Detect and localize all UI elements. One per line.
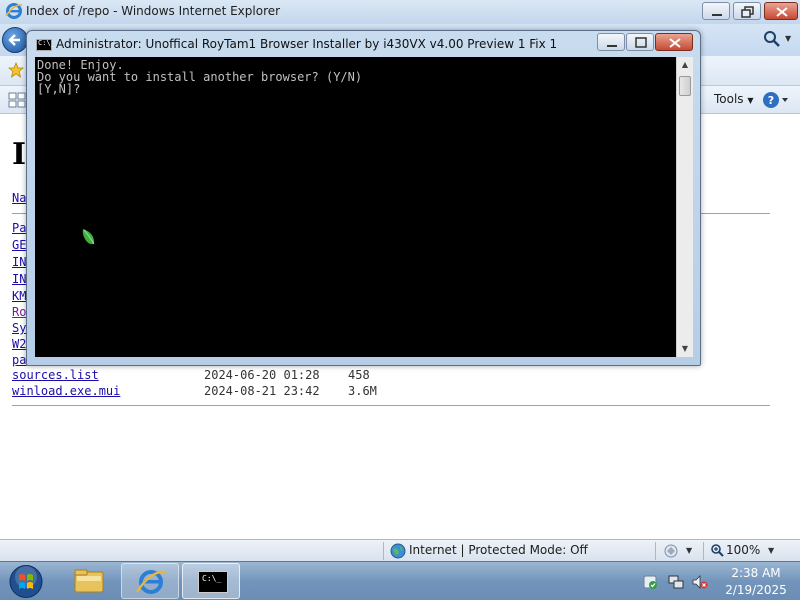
leaf-cursor-icon bbox=[82, 229, 95, 245]
file-link[interactable]: IN bbox=[12, 255, 26, 269]
volume-muted-icon[interactable] bbox=[692, 574, 708, 590]
popup-blocker-icon[interactable] bbox=[663, 543, 679, 559]
file-link[interactable]: KM bbox=[12, 289, 26, 303]
console-window-title: Administrator: Unoffical RoyTam1 Browser… bbox=[56, 37, 558, 51]
popup-dropdown-arrow[interactable]: ▼ bbox=[686, 546, 692, 555]
internet-zone-globe-icon[interactable] bbox=[390, 543, 406, 559]
zoom-magnifier-icon[interactable] bbox=[710, 543, 724, 557]
clock-time[interactable]: 2:38 AM bbox=[720, 566, 792, 580]
footer-divider bbox=[12, 405, 770, 406]
search-dropdown-arrow[interactable]: ▼ bbox=[785, 34, 791, 43]
file-link[interactable]: W2 bbox=[12, 337, 26, 351]
file-link[interactable]: GE bbox=[12, 238, 26, 252]
file-link[interactable]: IN bbox=[12, 272, 26, 286]
ie-status-bar: Internet | Protected Mode: Off ▼ 100% ▼ bbox=[0, 539, 800, 561]
scroll-up-button[interactable]: ▲ bbox=[677, 57, 693, 73]
zoom-dropdown-arrow[interactable]: ▼ bbox=[768, 546, 774, 555]
file-link[interactable]: sources.list bbox=[12, 368, 99, 382]
zoom-level[interactable]: 100% bbox=[726, 543, 760, 557]
favorites-star-icon[interactable] bbox=[8, 62, 24, 78]
console-close-button[interactable] bbox=[655, 33, 693, 51]
file-link[interactable]: Sy bbox=[12, 321, 26, 335]
search-icon[interactable] bbox=[762, 29, 782, 49]
tools-arrow: ▼ bbox=[747, 96, 754, 105]
status-divider bbox=[383, 542, 384, 560]
taskbar-cmd-button[interactable]: C:\_ bbox=[182, 563, 240, 599]
name-column-header[interactable]: Na bbox=[12, 191, 26, 205]
start-orb-icon[interactable] bbox=[4, 562, 48, 600]
ie-logo-icon bbox=[135, 570, 167, 594]
action-center-flag-icon[interactable] bbox=[642, 574, 658, 590]
ie-window-title: Index of /repo - Windows Internet Explor… bbox=[26, 4, 281, 18]
system-tray: 2:38 AM 2/19/2025 bbox=[636, 562, 800, 600]
console-text: Done! Enjoy. Do you want to install anot… bbox=[37, 58, 363, 96]
file-link[interactable]: Ro bbox=[12, 305, 26, 319]
cmd-icon: C:\_ bbox=[198, 571, 228, 593]
help-menu-button[interactable]: ? bbox=[762, 90, 790, 110]
ie-close-button[interactable] bbox=[764, 2, 798, 20]
ie-restore-button[interactable] bbox=[733, 2, 761, 20]
file-link[interactable]: pa bbox=[12, 353, 26, 367]
tools-label: Tools bbox=[714, 92, 744, 106]
file-link[interactable]: Pa bbox=[12, 221, 26, 235]
page-heading: I bbox=[12, 137, 27, 172]
console-window[interactable]: C:\_ Administrator: Unoffical RoyTam1 Br… bbox=[26, 30, 701, 366]
taskbar-ie-button[interactable] bbox=[121, 563, 179, 599]
taskbar-explorer-button[interactable] bbox=[60, 563, 118, 599]
console-maximize-button[interactable] bbox=[626, 33, 654, 51]
ie-titlebar[interactable]: Index of /repo - Windows Internet Explor… bbox=[0, 0, 800, 24]
help-icon: ? bbox=[763, 92, 788, 108]
console-scrollbar[interactable]: ▲ ▼ bbox=[676, 57, 693, 357]
cmd-icon-glyph: C:\_ bbox=[202, 574, 222, 583]
ie-minimize-button[interactable] bbox=[702, 2, 730, 20]
security-zone-text[interactable]: Internet | Protected Mode: Off bbox=[409, 543, 588, 557]
console-icon-glyph: C:\_ bbox=[38, 39, 55, 47]
clock-date[interactable]: 2/19/2025 bbox=[720, 583, 792, 597]
status-divider bbox=[703, 542, 704, 560]
folder-icon bbox=[74, 569, 104, 593]
console-icon: C:\_ bbox=[36, 39, 55, 51]
svg-text:?: ? bbox=[768, 94, 774, 107]
file-date: 2024-08-21 23:42 bbox=[204, 384, 320, 398]
scroll-thumb[interactable] bbox=[679, 76, 691, 96]
file-size: 458 bbox=[348, 368, 370, 382]
file-link[interactable]: winload.exe.mui bbox=[12, 384, 120, 398]
file-size: 3.6M bbox=[348, 384, 377, 398]
back-arrow-icon bbox=[8, 34, 20, 46]
file-date: 2024-06-20 01:28 bbox=[204, 368, 320, 382]
ie-logo-icon bbox=[5, 3, 23, 19]
console-minimize-button[interactable] bbox=[597, 33, 625, 51]
quick-tabs-icon[interactable] bbox=[8, 92, 26, 108]
network-icon[interactable] bbox=[668, 574, 684, 590]
status-divider bbox=[655, 542, 656, 560]
tools-menu-button[interactable]: Tools ▼ bbox=[714, 92, 754, 106]
console-output[interactable]: Done! Enjoy. Do you want to install anot… bbox=[35, 57, 676, 357]
scroll-down-button[interactable]: ▼ bbox=[677, 341, 693, 357]
back-button[interactable] bbox=[2, 27, 28, 53]
taskbar: C:\_ 2:38 AM 2/19/2025 bbox=[0, 561, 800, 600]
